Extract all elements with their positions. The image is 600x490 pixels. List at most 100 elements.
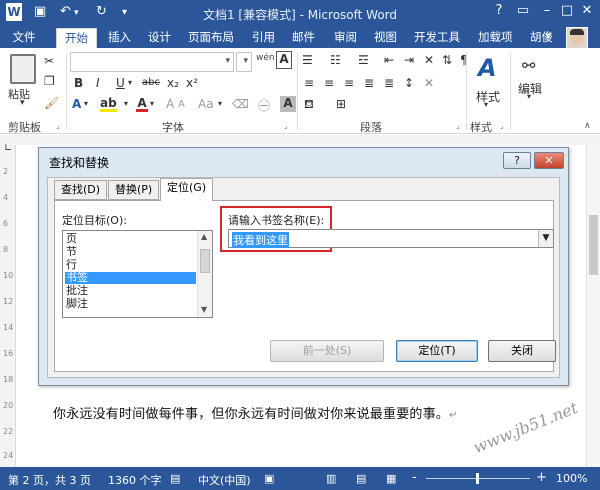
tab-design[interactable]: 设计 [140, 28, 179, 48]
tab-stop-icon[interactable]: ∟ [4, 143, 12, 154]
ribbon-display-icon[interactable]: ▭ [512, 3, 534, 21]
paragraph-launcher-icon[interactable]: ⌟ [456, 121, 460, 130]
font-size-combo[interactable]: ▾ [236, 52, 252, 72]
web-layout-icon[interactable]: ▦ [386, 472, 396, 485]
close-button[interactable]: 关闭 [488, 340, 556, 362]
paste-dropdown-icon[interactable]: ▾ [20, 98, 25, 108]
doc-scroll-thumb[interactable] [589, 215, 598, 275]
minimize-button[interactable]: – [536, 3, 558, 21]
list-item[interactable]: 页 [65, 233, 196, 245]
tab-view[interactable]: 视图 [366, 28, 405, 48]
copy-icon[interactable]: ❐ [44, 74, 55, 88]
word-count[interactable]: 1360 个字 [108, 472, 162, 488]
help-button[interactable]: ? [488, 3, 510, 21]
styles-icon[interactable]: A [478, 54, 497, 82]
zoom-slider-thumb[interactable] [476, 473, 479, 484]
justify-icon[interactable]: ≣ [364, 76, 374, 90]
align-right-icon[interactable]: ≡ [344, 76, 354, 90]
borders-icon[interactable]: ⊞ [336, 97, 346, 111]
change-case-icon[interactable]: Aa [198, 97, 214, 111]
bullets-icon[interactable]: ☰ [302, 53, 313, 67]
sort-icon[interactable]: ⇅ [442, 53, 452, 67]
highlight-dropdown-icon[interactable]: ▾ [124, 99, 128, 108]
doc-scrollbar[interactable] [586, 145, 600, 467]
shrink-font-icon[interactable]: A [178, 99, 185, 110]
bookmark-name-combo[interactable]: 我看到这里 ▼ [228, 229, 554, 248]
align-center-icon[interactable]: ≡ [324, 76, 334, 90]
binoculars-icon[interactable]: ⚯ [522, 56, 535, 75]
change-case-dropdown-icon[interactable]: ▾ [218, 99, 222, 108]
list-item[interactable]: 批注 [65, 285, 196, 297]
tab-file[interactable]: 文件 [0, 28, 48, 48]
language-status[interactable]: 中文(中国) [198, 472, 251, 488]
enclose-char-icon[interactable]: ㊀ [258, 97, 270, 114]
list-scrollbar[interactable]: ▲ ▼ [197, 231, 212, 317]
tab-layout[interactable]: 页面布局 [180, 28, 242, 48]
italic-button[interactable]: I [96, 76, 100, 90]
document-body-text[interactable]: 你永远没有时间做每件事，但你永远有时间做对你来说最重要的事。↵ [53, 403, 458, 422]
font-color-icon[interactable]: A [136, 97, 148, 112]
collapse-ribbon-icon[interactable]: ∧ [584, 121, 591, 131]
user-dropdown-icon[interactable]: ▾ [546, 28, 551, 48]
user-name[interactable]: 胡俊 [522, 28, 561, 48]
previous-button[interactable]: 前一处(S) [270, 340, 384, 362]
read-mode-icon[interactable]: ▥ [326, 472, 336, 485]
superscript-button[interactable]: x² [186, 76, 198, 90]
line-spacing-icon[interactable]: ↕ [404, 76, 414, 90]
text-effects-dropdown-icon[interactable]: ▾ [84, 99, 88, 108]
spacing-icon[interactable]: ✕ [424, 76, 434, 90]
numbering-icon[interactable]: ☷ [330, 53, 341, 67]
close-window-button[interactable]: ✕ [576, 3, 598, 21]
increase-indent-icon[interactable]: ⇥ [404, 53, 414, 67]
tab-addins[interactable]: 加载项 [470, 28, 521, 48]
print-layout-icon[interactable]: ▤ [356, 472, 366, 485]
strikethrough-button[interactable]: abc [142, 77, 160, 88]
bookmark-name-value[interactable]: 我看到这里 [232, 232, 289, 248]
zoom-out-button[interactable]: - [412, 470, 417, 485]
tab-developer[interactable]: 开发工具 [406, 28, 468, 48]
align-left-icon[interactable]: ≡ [304, 76, 314, 90]
maximize-button[interactable]: □ [556, 3, 578, 21]
font-launcher-icon[interactable]: ⌟ [284, 121, 288, 130]
combo-dropdown-icon[interactable]: ▼ [538, 230, 553, 247]
grow-font-icon[interactable]: A [166, 97, 174, 111]
clear-format-icon[interactable]: ⌫ [232, 97, 249, 111]
goto-button[interactable]: 定位(T) [396, 340, 478, 362]
paste-icon[interactable] [10, 54, 36, 84]
underline-dropdown-icon[interactable]: ▾ [128, 78, 132, 87]
font-color-dropdown-icon[interactable]: ▾ [150, 99, 154, 108]
tab-replace[interactable]: 替换(P) [108, 180, 160, 200]
bold-button[interactable]: B [74, 76, 83, 90]
shading-icon[interactable]: ⛾ [304, 97, 314, 113]
avatar[interactable] [566, 27, 588, 49]
goto-target-list[interactable]: 页 节 行 书签 批注 脚注 ▲ ▼ [62, 230, 213, 318]
list-item[interactable]: 节 [65, 246, 196, 258]
char-border-icon[interactable]: A [276, 51, 292, 69]
paste-button[interactable]: 粘贴 [8, 86, 30, 102]
list-item-selected[interactable]: 书签 [65, 272, 196, 284]
zoom-level[interactable]: 100% [556, 472, 587, 485]
tab-references[interactable]: 引用 [244, 28, 283, 48]
tab-review[interactable]: 审阅 [326, 28, 365, 48]
decrease-indent-icon[interactable]: ⇤ [384, 53, 394, 67]
tab-mailings[interactable]: 邮件 [284, 28, 323, 48]
dialog-help-button[interactable]: ? [503, 152, 531, 169]
list-scroll-thumb[interactable] [200, 249, 210, 273]
subscript-button[interactable]: x₂ [167, 76, 179, 90]
tab-home[interactable]: 开始 [56, 28, 97, 48]
distributed-icon[interactable]: ≣ [384, 76, 394, 90]
clipboard-launcher-icon[interactable]: ⌟ [56, 121, 60, 130]
list-item[interactable]: 行 [65, 259, 196, 271]
page-count[interactable]: 第 2 页，共 3 页 [8, 472, 91, 488]
chinese-layout-icon[interactable]: ✕ [424, 53, 434, 67]
zoom-in-button[interactable]: + [536, 470, 547, 485]
text-effects-icon[interactable]: A [72, 97, 81, 111]
macro-icon[interactable]: ▣ [264, 472, 274, 485]
multilevel-list-icon[interactable]: ☲ [358, 53, 369, 67]
cut-icon[interactable]: ✂ [44, 54, 54, 68]
proofing-icon[interactable]: ▤ [170, 472, 180, 485]
editing-dropdown-icon[interactable]: ▾ [527, 92, 531, 101]
styles-dropdown-icon[interactable]: ▾ [484, 100, 488, 109]
font-name-combo[interactable]: ▾ [70, 52, 234, 72]
highlight-icon[interactable]: ab [100, 97, 117, 112]
